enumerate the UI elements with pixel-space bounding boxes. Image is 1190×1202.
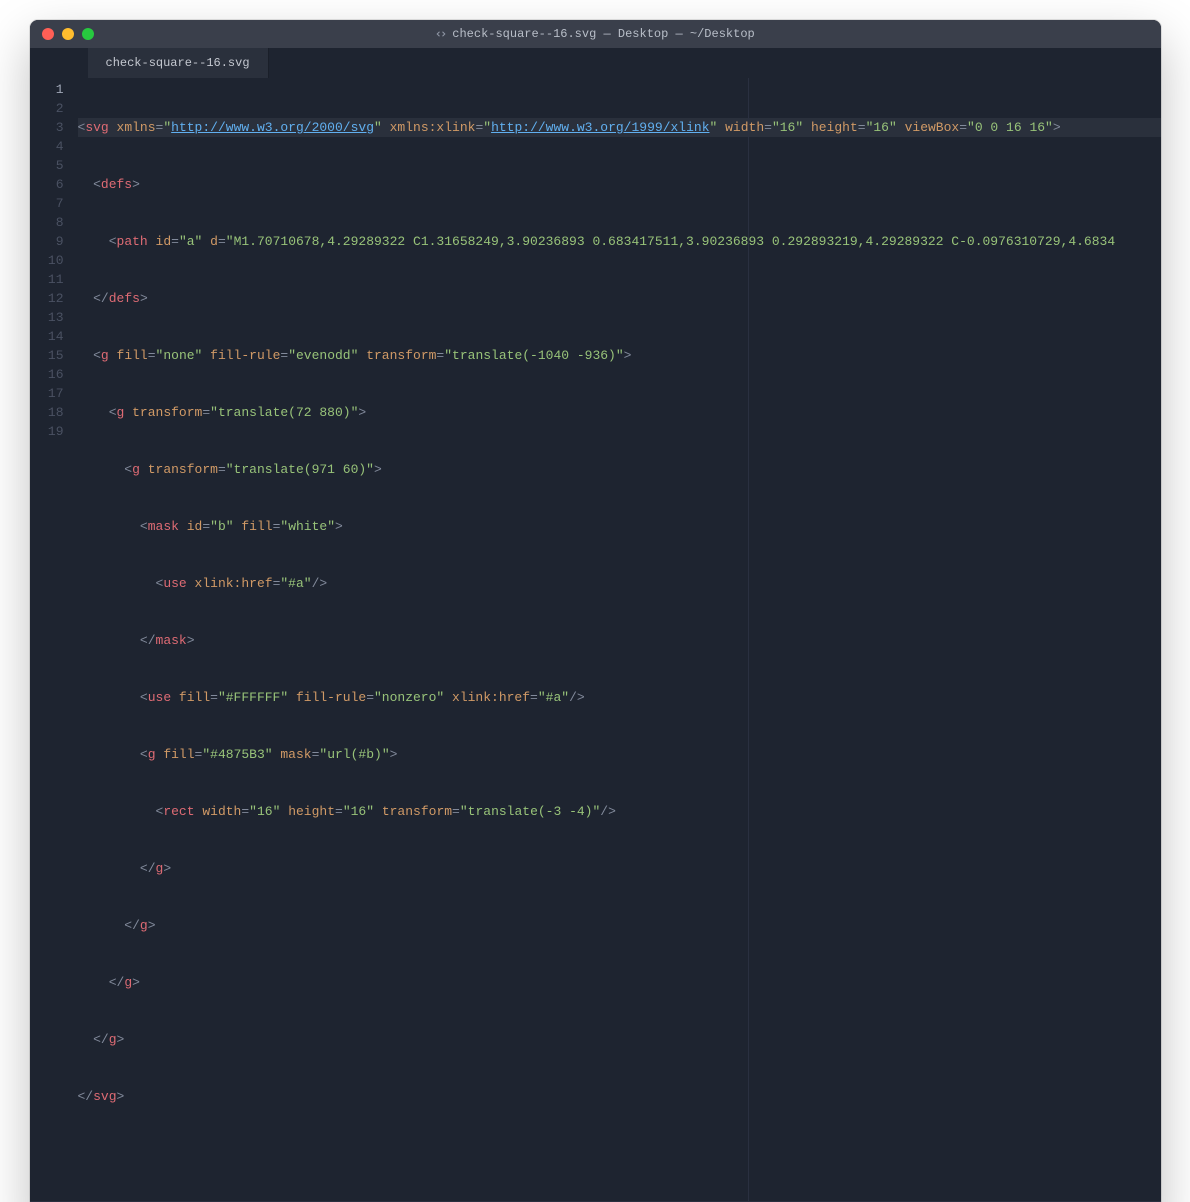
code-line: <g fill="none" fill-rule="evenodd" trans…: [78, 346, 1161, 365]
line-number[interactable]: 6: [30, 175, 64, 194]
code-line: <g transform="translate(971 60)">: [78, 460, 1161, 479]
code-line: </g>: [78, 973, 1161, 992]
code-area[interactable]: <svg xmlns="http://www.w3.org/2000/svg" …: [78, 80, 1161, 1201]
window-title-text: check-square--16.svg — Desktop — ~/Deskt…: [452, 27, 754, 41]
line-number[interactable]: 13: [30, 308, 64, 327]
line-number[interactable]: 2: [30, 99, 64, 118]
window-title: check-square--16.svg — Desktop — ~/Deskt…: [30, 27, 1161, 41]
code-line: <g fill="#4875B3" mask="url(#b)">: [78, 745, 1161, 764]
code-line: </g>: [78, 916, 1161, 935]
line-number[interactable]: 19: [30, 422, 64, 441]
line-number[interactable]: 10: [30, 251, 64, 270]
editor-area[interactable]: 1 2 3 4 5 6 7 8 9 10 11 12 13 14 15 16 1…: [30, 78, 1161, 1201]
code-line: </g>: [78, 1030, 1161, 1049]
close-icon[interactable]: [42, 28, 54, 40]
code-line: <g transform="translate(72 880)">: [78, 403, 1161, 422]
file-code-icon: [435, 28, 447, 40]
code-line: </mask>: [78, 631, 1161, 650]
line-number[interactable]: 11: [30, 270, 64, 289]
line-number[interactable]: 5: [30, 156, 64, 175]
editor-window: check-square--16.svg — Desktop — ~/Deskt…: [30, 20, 1161, 1202]
code-line: </svg>: [78, 1087, 1161, 1106]
code-line: <rect width="16" height="16" transform="…: [78, 802, 1161, 821]
code-line: </g>: [78, 859, 1161, 878]
tab-check-square[interactable]: check-square--16.svg: [88, 48, 269, 78]
line-number[interactable]: 8: [30, 213, 64, 232]
maximize-icon[interactable]: [82, 28, 94, 40]
minimize-icon[interactable]: [62, 28, 74, 40]
tab-label: check-square--16.svg: [106, 56, 250, 70]
line-number[interactable]: 12: [30, 289, 64, 308]
code-line: <use xlink:href="#a"/>: [78, 574, 1161, 593]
status-bar: check-square--16.svg 1:1 LF UTF-8 XML 0 …: [30, 1201, 1161, 1202]
line-number[interactable]: 9: [30, 232, 64, 251]
line-number[interactable]: 18: [30, 403, 64, 422]
line-number[interactable]: 15: [30, 346, 64, 365]
code-line: [78, 1144, 1161, 1163]
line-number[interactable]: 4: [30, 137, 64, 156]
line-number[interactable]: 14: [30, 327, 64, 346]
code-line: </defs>: [78, 289, 1161, 308]
code-line: <mask id="b" fill="white">: [78, 517, 1161, 536]
line-number[interactable]: 17: [30, 384, 64, 403]
titlebar[interactable]: check-square--16.svg — Desktop — ~/Deskt…: [30, 20, 1161, 48]
code-line: <svg xmlns="http://www.w3.org/2000/svg" …: [78, 118, 1161, 137]
code-line: <use fill="#FFFFFF" fill-rule="nonzero" …: [78, 688, 1161, 707]
tab-bar: check-square--16.svg: [30, 48, 1161, 78]
wrap-guide: [748, 78, 749, 1201]
line-number[interactable]: 7: [30, 194, 64, 213]
gutter: 1 2 3 4 5 6 7 8 9 10 11 12 13 14 15 16 1…: [30, 80, 78, 1201]
traffic-lights: [42, 28, 94, 40]
line-number[interactable]: 1: [30, 80, 64, 99]
line-number[interactable]: 3: [30, 118, 64, 137]
code-line: <path id="a" d="M1.70710678,4.29289322 C…: [78, 232, 1161, 251]
code-line: <defs>: [78, 175, 1161, 194]
line-number[interactable]: 16: [30, 365, 64, 384]
